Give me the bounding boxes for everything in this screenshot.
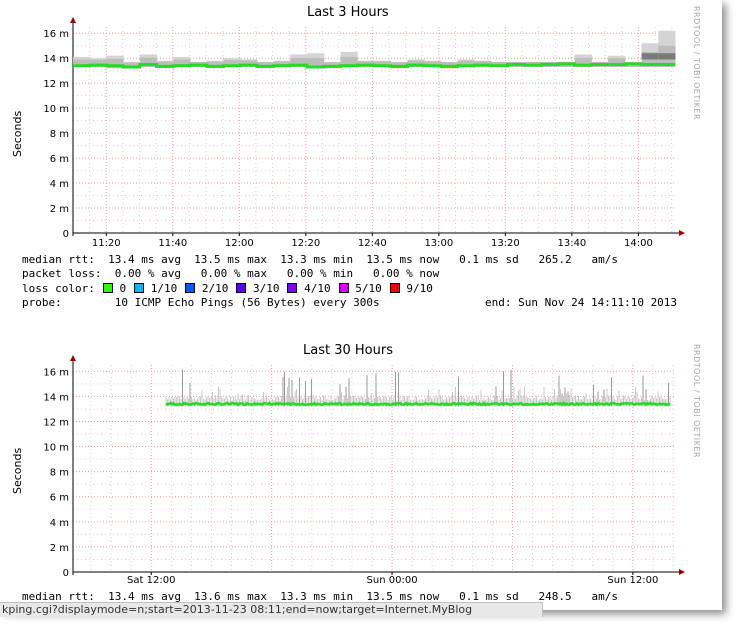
smokeping-window: Last 3 Hours Seconds RRDTOOL / TOBI OETI…	[0, 0, 722, 610]
chart2-median-line	[165, 401, 671, 407]
chart2-xtick-label: Sun 00:00	[367, 575, 418, 586]
chart2-smoke-group	[165, 369, 671, 407]
chart2-ytick-label: 16 m	[43, 367, 69, 378]
chart2-ytick-label: 0	[63, 568, 69, 579]
chart2-ytick-label: 4 m	[50, 518, 69, 529]
chart2-ytick-label: 10 m	[43, 443, 69, 454]
chart2-ytick-label: 14 m	[43, 392, 69, 403]
chart2-ytick-label: 2 m	[50, 543, 69, 554]
chart2-ytick-label: 6 m	[50, 493, 69, 504]
chart2-xtick-label: Sun 12:00	[607, 575, 658, 586]
chart2-xtick-label: Sat 12:00	[127, 575, 175, 586]
status-bar-url: kping.cgi?displaymode=n;start=2013-11-23…	[0, 602, 543, 617]
chart2-ytick-label: 12 m	[43, 417, 69, 428]
chart2-ytick-label: 8 m	[50, 468, 69, 479]
chart2-yaxis-arrow	[70, 355, 76, 361]
chart2-xaxis-arrow	[679, 569, 685, 575]
chart2-plot: 0 2 m 4 m 6 m 8 m 10 m 12 m 14 m 16 m Sat 12:00 Su…	[43, 355, 685, 586]
